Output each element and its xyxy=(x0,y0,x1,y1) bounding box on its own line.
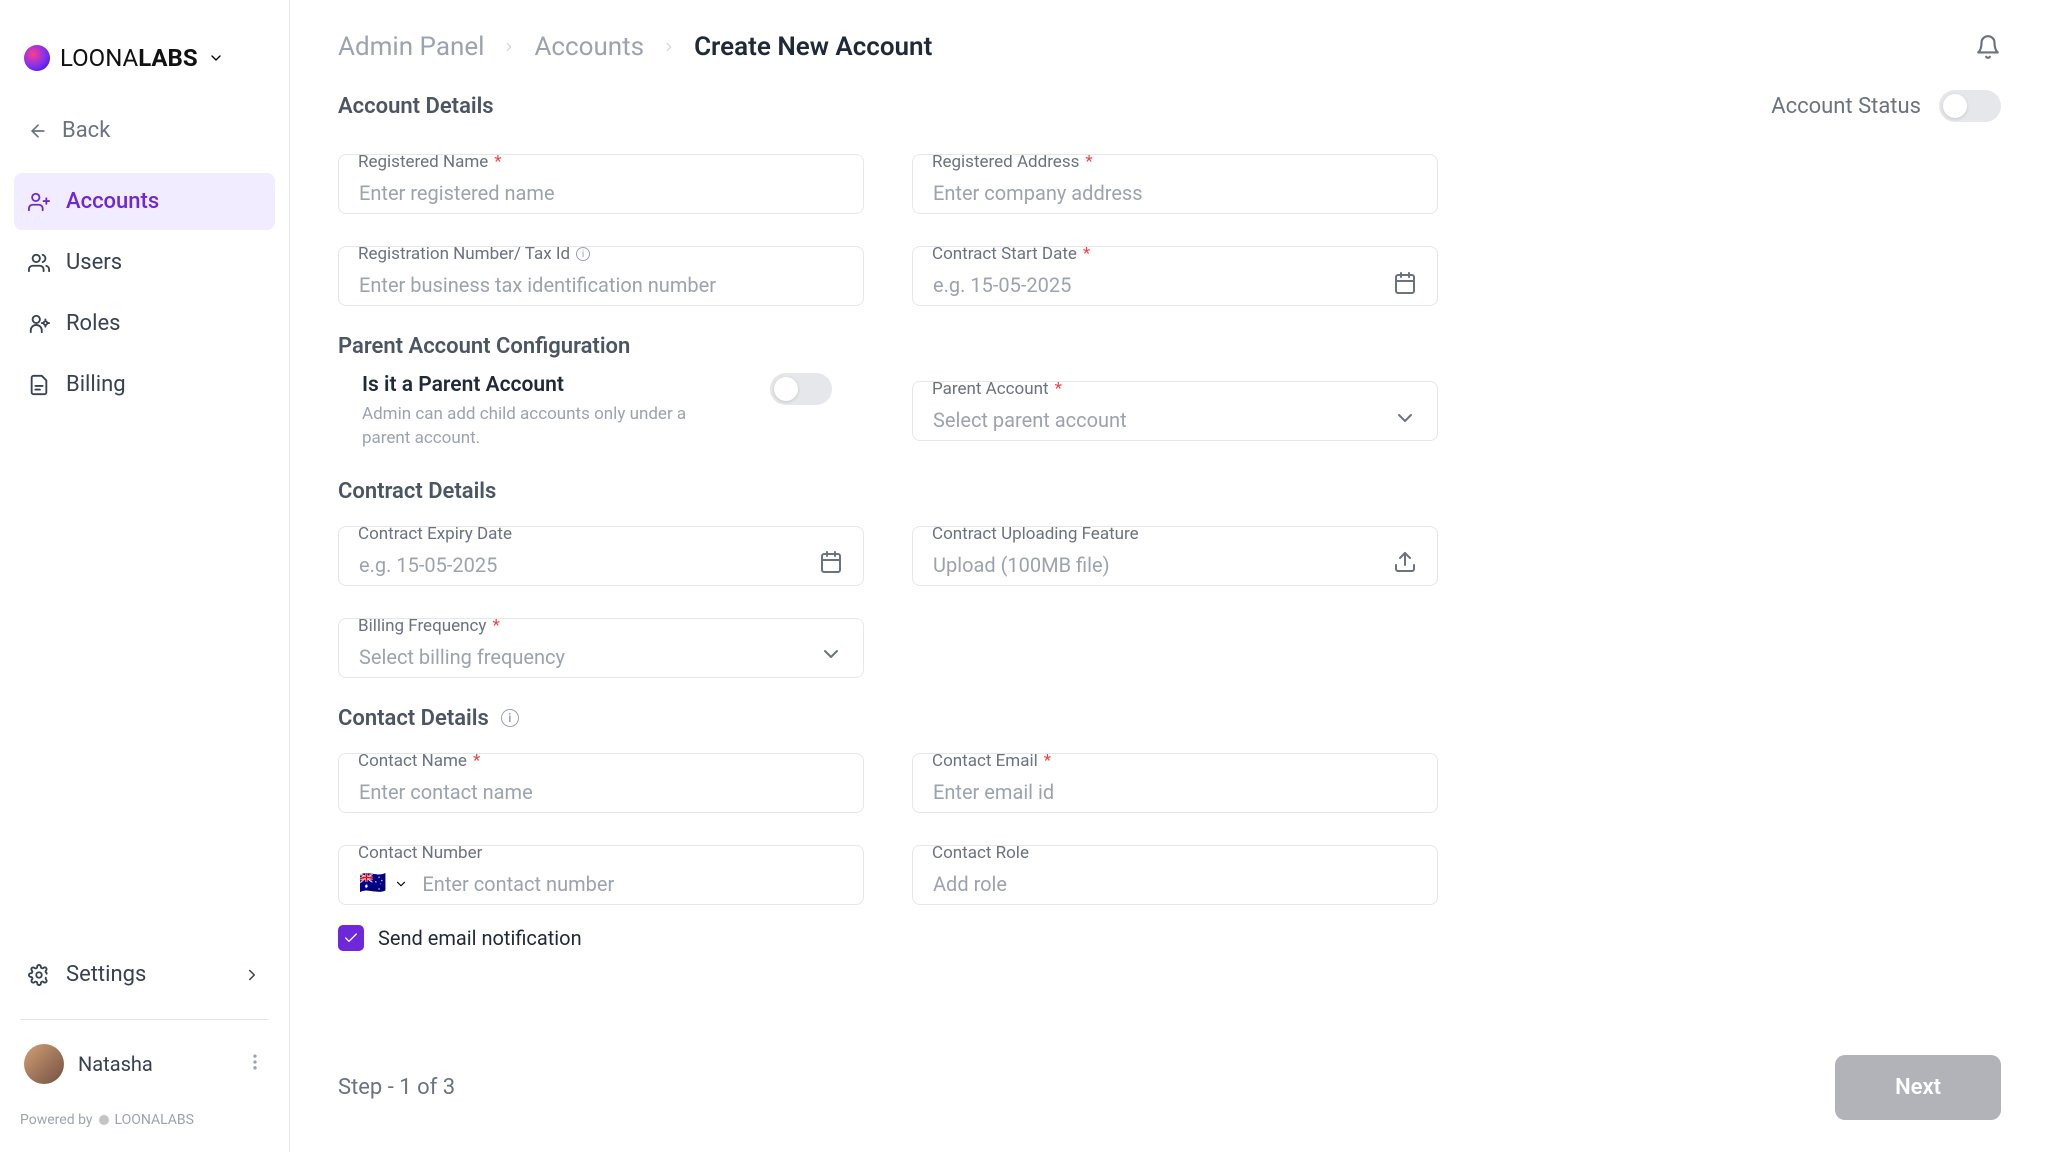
sidebar-item-roles[interactable]: Roles xyxy=(14,295,275,352)
account-status-label: Account Status xyxy=(1771,94,1921,119)
breadcrumb-current: Create New Account xyxy=(694,32,932,62)
contact-name-input[interactable] xyxy=(338,753,864,813)
more-menu[interactable] xyxy=(245,1052,265,1077)
powered-prefix: Powered by xyxy=(20,1112,93,1128)
contract-upload-input[interactable]: Upload (100MB file) xyxy=(912,526,1438,586)
sidebar-item-label: Accounts xyxy=(66,189,159,214)
section-contract-details: Contract Details xyxy=(338,479,1438,504)
logo-icon xyxy=(24,45,50,71)
email-notify-checkbox[interactable] xyxy=(338,925,364,951)
current-user[interactable]: Natasha xyxy=(0,1036,289,1092)
contact-role-input[interactable] xyxy=(912,845,1438,905)
contract-start-input[interactable] xyxy=(912,246,1438,306)
billing-icon xyxy=(28,374,50,396)
email-notify-label: Send email notification xyxy=(378,926,582,950)
settings-label: Settings xyxy=(66,962,146,987)
roles-icon xyxy=(28,313,50,335)
sidebar-item-users[interactable]: Users xyxy=(14,234,275,291)
next-button[interactable]: Next xyxy=(1835,1055,2001,1120)
divider xyxy=(20,1019,269,1020)
avatar xyxy=(24,1044,64,1084)
step-indicator: Step - 1 of 3 xyxy=(338,1075,455,1100)
brand-name-2: LABS xyxy=(138,44,197,72)
parent-account-select[interactable]: Select parent account xyxy=(912,381,1438,441)
accounts-icon xyxy=(28,191,50,213)
contact-email-input[interactable] xyxy=(912,753,1438,813)
arrow-left-icon xyxy=(28,121,48,141)
billing-freq-select[interactable]: Select billing frequency xyxy=(338,618,864,678)
sidebar-item-settings[interactable]: Settings xyxy=(0,946,289,1003)
sidebar-item-billing[interactable]: Billing xyxy=(14,356,275,413)
back-label: Back xyxy=(62,118,110,143)
users-icon xyxy=(28,252,50,274)
back-button[interactable]: Back xyxy=(0,104,289,157)
info-icon[interactable]: i xyxy=(501,709,519,727)
powered-by: Powered by LOONALABS xyxy=(0,1092,289,1128)
check-icon xyxy=(343,930,359,946)
chevron-right-icon xyxy=(502,40,516,54)
sidebar-item-label: Billing xyxy=(66,372,126,397)
bell-icon[interactable] xyxy=(1975,34,2001,60)
brand-name-1: LOONA xyxy=(60,44,138,72)
contact-number-input[interactable]: 🇦🇺 xyxy=(338,845,864,905)
contract-upload-placeholder: Upload (100MB file) xyxy=(933,553,1393,577)
chevron-down-icon xyxy=(208,50,224,66)
section-account-details: Account Details xyxy=(338,94,494,119)
chevron-down-icon xyxy=(394,877,408,891)
calendar-icon[interactable] xyxy=(1393,271,1417,300)
section-parent-config: Parent Account Configuration xyxy=(338,334,1438,359)
chevron-down-icon xyxy=(1393,406,1417,435)
is-parent-label: Is it a Parent Account xyxy=(362,373,722,397)
more-vertical-icon xyxy=(245,1052,265,1072)
breadcrumb: Admin Panel Accounts Create New Account xyxy=(338,32,932,62)
powered-logo-icon xyxy=(99,1115,109,1125)
registered-name-input[interactable] xyxy=(338,154,864,214)
brand-logo[interactable]: LOONALABS xyxy=(0,24,289,104)
breadcrumb-item[interactable]: Accounts xyxy=(534,32,644,62)
country-flag-select[interactable]: 🇦🇺 xyxy=(359,871,408,896)
flag-australia-icon: 🇦🇺 xyxy=(359,871,386,896)
breadcrumb-item[interactable]: Admin Panel xyxy=(338,32,484,62)
calendar-icon[interactable] xyxy=(819,550,843,579)
registered-address-input[interactable] xyxy=(912,154,1438,214)
gear-icon xyxy=(28,964,50,986)
sidebar-item-label: Roles xyxy=(66,311,120,336)
section-contact-details: Contact Details i xyxy=(338,706,1438,731)
chevron-right-icon xyxy=(662,40,676,54)
upload-icon[interactable] xyxy=(1393,550,1417,579)
contact-details-label: Contact Details xyxy=(338,706,489,731)
is-parent-desc: Admin can add child accounts only under … xyxy=(362,403,722,451)
sidebar-item-accounts[interactable]: Accounts xyxy=(14,173,275,230)
sidebar-item-label: Users xyxy=(66,250,122,275)
is-parent-toggle[interactable] xyxy=(770,373,832,405)
account-status-toggle[interactable] xyxy=(1939,90,2001,122)
chevron-right-icon xyxy=(243,966,261,984)
billing-freq-placeholder: Select billing frequency xyxy=(359,645,819,669)
parent-account-placeholder: Select parent account xyxy=(933,408,1393,432)
user-name: Natasha xyxy=(78,1052,153,1076)
powered-brand: LOONALABS xyxy=(115,1112,194,1128)
chevron-down-icon xyxy=(819,642,843,671)
tax-id-input[interactable] xyxy=(338,246,864,306)
contract-expiry-input[interactable] xyxy=(338,526,864,586)
